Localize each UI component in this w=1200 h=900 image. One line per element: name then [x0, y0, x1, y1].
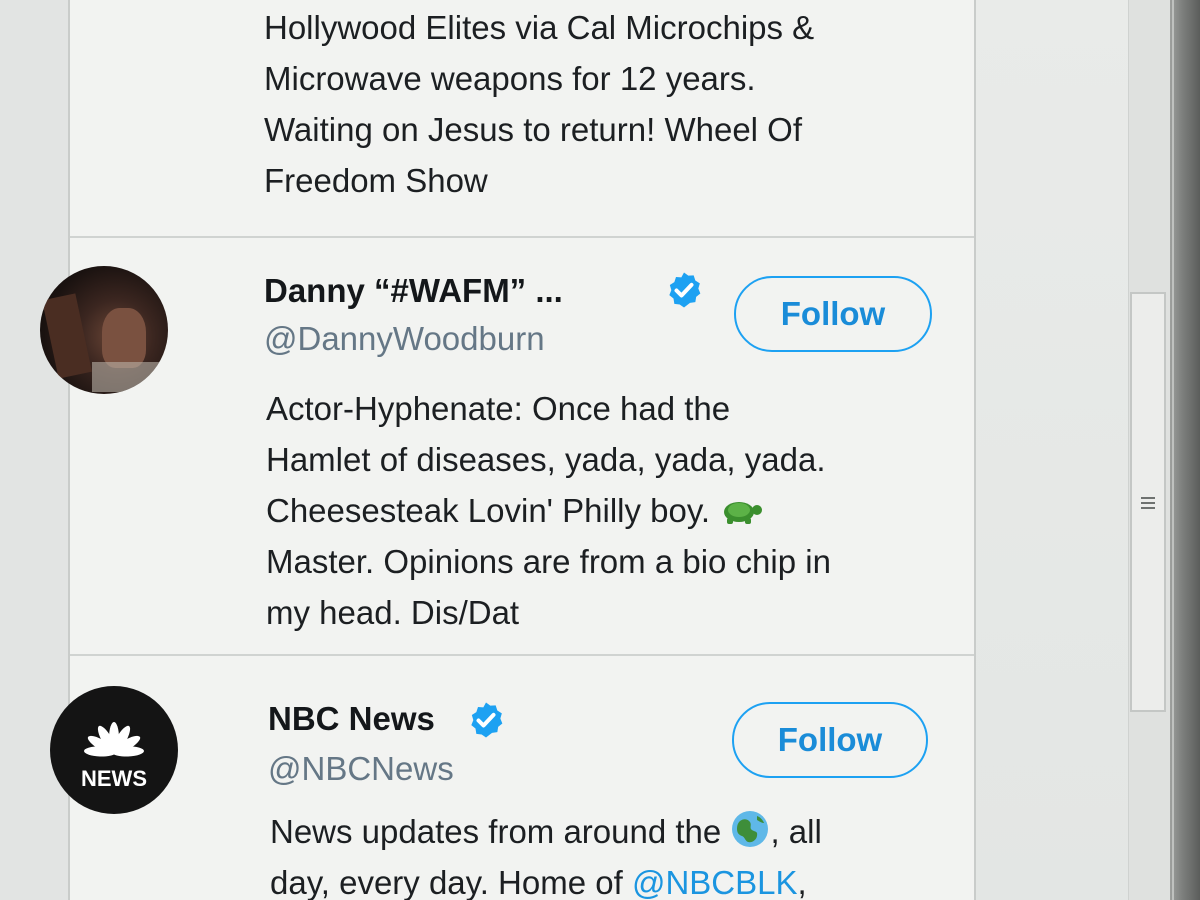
bio-line: News updates from around the , all: [270, 806, 822, 857]
bio-line: Hamlet of diseases, yada, yada, yada.: [266, 441, 826, 478]
monitor-bezel: [1170, 0, 1200, 900]
bio-text: , all: [770, 813, 822, 850]
bio-text: Cheesesteak Lovin' Philly boy.: [266, 492, 711, 529]
bio-line: Cheesesteak Lovin' Philly boy.: [266, 485, 831, 536]
bio-line: Master. Opinions are from a bio chip in: [266, 543, 831, 580]
bio-line: Freedom Show: [264, 162, 488, 199]
avatar[interactable]: NEWS: [50, 686, 178, 814]
avatar-logo-text: NEWS: [81, 766, 147, 791]
bio-line: Hollywood Elites via Cal Microchips &: [264, 9, 815, 46]
follow-button[interactable]: Follow: [734, 276, 932, 352]
bio-line: Actor-Hyphenate: Once had the: [266, 390, 731, 427]
bezel-highlight: [1172, 0, 1174, 900]
user-name[interactable]: NBC News: [268, 700, 435, 738]
nbc-peacock-logo: NEWS: [81, 722, 147, 791]
user-bio: Actor-Hyphenate: Once had the Hamlet of …: [266, 383, 831, 638]
follow-button[interactable]: Follow: [732, 702, 928, 778]
bio-line: my head. Dis/Dat: [266, 594, 520, 631]
user-handle[interactable]: @NBCNews: [268, 750, 454, 788]
screen: Hollywood Elites via Cal Microchips & Mi…: [0, 0, 1200, 900]
bio-text: ,: [797, 864, 807, 900]
globe-emoji: [732, 811, 769, 847]
bio-line: day, every day. Home of @NBCBLK,: [270, 857, 822, 900]
user-name[interactable]: Danny “#WAFM” ...: [264, 272, 563, 310]
mention-link[interactable]: @NBCBLK: [632, 864, 798, 900]
turtle-emoji: [724, 502, 763, 524]
user-bio: Hollywood Elites via Cal Microchips & Mi…: [264, 2, 814, 206]
verified-badge-icon: [471, 702, 503, 738]
avatar[interactable]: [40, 266, 168, 394]
bio-line: Waiting on Jesus to return! Wheel Of: [264, 111, 803, 148]
user-handle[interactable]: @DannyWoodburn: [264, 320, 545, 358]
user-card-previous[interactable]: Hollywood Elites via Cal Microchips & Mi…: [70, 0, 974, 238]
user-bio: News updates from around the , all day, …: [270, 806, 822, 900]
bio-text: day, every day. Home of: [270, 864, 623, 900]
bio-text: News updates from around the: [270, 813, 722, 850]
verified-badge-icon: [669, 272, 701, 308]
scrollbar-grip-icon: [1141, 497, 1155, 512]
bio-line: Microwave weapons for 12 years.: [264, 60, 756, 97]
